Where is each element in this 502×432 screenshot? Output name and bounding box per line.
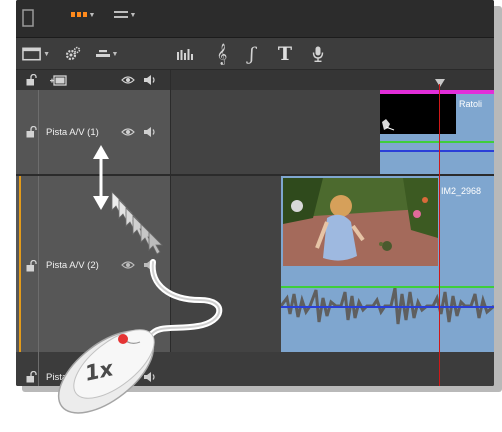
film-icon[interactable] [48,73,68,87]
timeline-toolbar: ▼ ▼ 𝄞 ʃ T [16,38,494,70]
playhead-handle[interactable] [435,79,445,87]
audio-line-blue [281,306,494,308]
track-control-strip [38,176,39,352]
speaker-icon[interactable] [142,370,158,384]
timeline-window: ▼ ▼ ▼ ▼ 𝄞 ʃ T Pista A/V (1) Ratoli Pista… [16,0,494,386]
audio-line-green [380,141,494,143]
selection-accent [19,176,21,352]
playhead-line[interactable] [439,84,440,386]
title-icon[interactable]: T [274,42,296,66]
chevron-down-icon: ▼ [129,11,137,19]
list-view-icon[interactable]: ▼ [108,8,142,22]
film-panel-icon[interactable]: ▼ [22,44,50,64]
clip-thumbnail [380,94,456,134]
equalizer-icon[interactable] [174,44,196,64]
track-control-strip [38,90,39,174]
speaker-icon[interactable] [142,125,158,139]
track-header-row [16,70,494,90]
eye-icon[interactable] [120,73,136,87]
panel-icon[interactable] [20,8,36,28]
chevron-down-icon: ▼ [43,50,50,58]
speaker-icon[interactable] [142,73,158,87]
track-label: Pista [46,372,68,383]
clip-label: IM2_2968 [441,186,482,196]
track-label: Pista A/V (2) [46,260,99,271]
eye-icon[interactable] [120,125,136,139]
track-control-strip [38,352,39,386]
gear-icon[interactable] [60,44,86,64]
chevron-down-icon: ▼ [111,50,119,58]
video-clip[interactable]: IM2_2968 [279,176,494,352]
track-height-icon[interactable]: ▼ [92,44,122,64]
storyboard-view-icon[interactable]: ▼ [66,8,100,22]
top-bar: ▼ ▼ [16,0,494,38]
lock-icon[interactable] [24,259,38,273]
column-divider [170,70,171,386]
track-1-header[interactable]: Pista A/V (1) [16,90,170,174]
clip-thumbnail [283,178,438,266]
audio-line-green [281,286,494,288]
eye-icon[interactable] [120,258,136,272]
lock-icon[interactable] [24,73,38,87]
audio-line-blue [380,150,494,152]
lock-icon[interactable] [24,370,38,384]
track-2-header[interactable]: Pista A/V (2) [16,176,170,352]
audio-waveform [279,272,494,342]
chevron-down-icon: ▼ [88,11,96,19]
track-label: Pista A/V (1) [46,127,99,138]
microphone-icon[interactable] [308,44,328,64]
clip-label: Ratoli [459,99,483,109]
title-clip[interactable]: Ratoli [380,90,494,174]
lock-icon[interactable] [24,125,38,139]
music-note-icon[interactable]: 𝄞 [212,42,232,66]
speaker-icon[interactable] [142,258,158,272]
sound-effect-icon[interactable]: ʃ [242,42,262,66]
